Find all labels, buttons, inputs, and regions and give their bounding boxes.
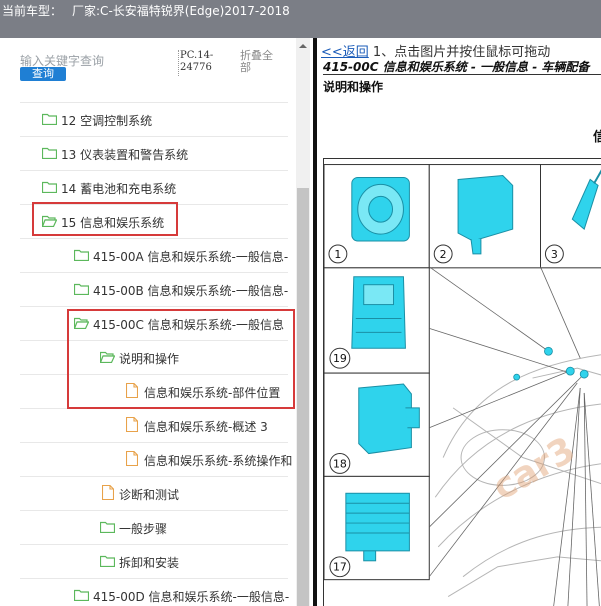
tree-item[interactable]: 12 空调控制系统	[20, 102, 288, 136]
tree-item-label: 信息和娱乐系统-系统操作和	[144, 454, 293, 468]
highlight-box	[32, 202, 178, 236]
folder-icon	[100, 521, 115, 533]
tree-item-label: 415-00A 信息和娱乐系统-一般信息-	[93, 250, 289, 264]
tree-item-label: 14 蓄电池和充电系统	[61, 182, 177, 196]
tree-item[interactable]: 415-00A 信息和娱乐系统-一般信息-	[20, 238, 288, 272]
title-rule	[323, 74, 601, 75]
document-icon	[102, 485, 114, 500]
tree-item-label: 诊断和测试	[119, 488, 180, 502]
scroll-thumb[interactable]	[297, 188, 309, 606]
vehicle-info: 当前车型： 厂家:C-长安福特锐界(Edge)2017-2018	[2, 2, 290, 19]
document-icon	[126, 417, 138, 432]
document-section: 说明和操作	[323, 80, 384, 94]
tree-item[interactable]: 14 蓄电池和充电系统	[20, 170, 288, 204]
tree-item-label: 415-00D 信息和娱乐系统-一般信息-	[93, 590, 290, 604]
callout-number-18: 18	[333, 457, 347, 470]
title-bar: 当前车型： 厂家:C-长安福特锐界(Edge)2017-2018	[0, 0, 601, 38]
folder-icon	[100, 555, 115, 567]
amplifier-part-icon	[345, 492, 410, 562]
callout-number-17: 17	[333, 561, 347, 574]
display-part-icon	[351, 276, 406, 349]
pc-code: PC.14-24776	[180, 50, 214, 73]
vehicle-label: 当前车型：	[2, 4, 63, 18]
document-title: 415-00C 信息和娱乐系统 - 一般信息 - 车辆配备	[323, 60, 590, 74]
folder-icon	[42, 181, 57, 193]
tree-item[interactable]: 13 仪表装置和警告系统	[20, 136, 288, 170]
sidebar-scrollbar[interactable]	[296, 38, 310, 606]
tree-item-label: 415-00B 信息和娱乐系统-一般信息-	[93, 284, 289, 298]
folder-icon	[74, 283, 89, 295]
tree-item[interactable]: 信息和娱乐系统-概述 3	[20, 408, 288, 442]
folder-icon	[42, 113, 57, 125]
callout-number-2: 2	[440, 248, 447, 261]
tree-item[interactable]: 415-00B 信息和娱乐系统-一般信息-	[20, 272, 288, 306]
content-panel: <<返回 1、点击图片并按住鼠标可拖动 415-00C 信息和娱乐系统 - 一般…	[317, 38, 601, 606]
collapse-all-button[interactable]: 折叠全部	[240, 50, 282, 74]
tree-item-label: 拆卸和安装	[119, 556, 180, 570]
highlight-box	[67, 309, 295, 409]
component-location-diagram[interactable]: 1 2 3 19 18 17 car3	[323, 158, 601, 606]
scroll-up-arrow-icon[interactable]	[296, 40, 310, 52]
vehicle-name: 厂家:C-长安福特锐界(Edge)2017-2018	[72, 4, 290, 18]
tree-item-label: 12 空调控制系统	[61, 114, 153, 128]
tree-item[interactable]: 信息和娱乐系统-系统操作和	[20, 442, 292, 476]
callout-number-1: 1	[334, 248, 341, 261]
callout-number-3: 3	[551, 248, 558, 261]
tree-item-label: 一般步骤	[119, 522, 168, 536]
tree-item[interactable]: 一般步骤	[20, 510, 288, 544]
speaker-part-icon	[351, 176, 410, 242]
toolbar-divider	[178, 50, 179, 76]
navigation-panel: 输入关键字查询 查询 PC.14-24776 折叠全部 12 空调控制系统 13…	[0, 38, 310, 606]
tree-item[interactable]: 诊断和测试	[20, 476, 288, 510]
folder-icon	[74, 589, 89, 601]
partial-heading: 信	[593, 130, 601, 145]
document-icon	[126, 451, 138, 466]
tree-item[interactable]: 415-00D 信息和娱乐系统-一般信息-	[20, 578, 289, 606]
folder-icon	[42, 147, 57, 159]
control-module-part-icon	[358, 383, 420, 455]
tree-item[interactable]: 拆卸和安装	[20, 544, 288, 578]
callout-number-19: 19	[333, 352, 347, 365]
tree-item-label: 信息和娱乐系统-概述 3	[144, 420, 268, 434]
folder-icon	[74, 249, 89, 261]
tree-item-label: 13 仪表装置和警告系统	[61, 148, 189, 162]
query-button[interactable]: 查询	[20, 67, 66, 81]
